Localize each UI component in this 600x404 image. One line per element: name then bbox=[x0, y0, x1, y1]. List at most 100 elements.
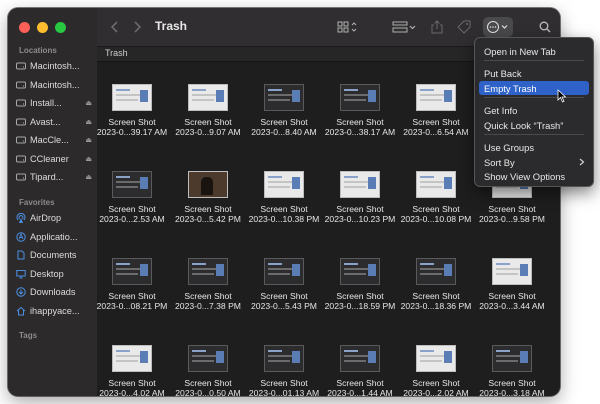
chevron-right-icon bbox=[134, 21, 141, 33]
sidebar-item-locations[interactable]: Tipard... ⏏ bbox=[16, 169, 94, 185]
file-item[interactable]: Screen Shot 2023-0...3.44 AM bbox=[474, 258, 550, 311]
menu-item[interactable]: Put Back bbox=[479, 66, 589, 80]
sidebar-item-locations[interactable]: Macintosh... bbox=[16, 77, 94, 93]
sidebar-item-favorites[interactable]: Documents bbox=[16, 247, 94, 263]
sidebar-item-locations[interactable]: Install... ⏏ bbox=[16, 95, 94, 111]
file-item[interactable]: Screen Shot 2023-0...1.44 AM bbox=[322, 345, 398, 396]
file-item[interactable]: Screen Shot 2023-0...38.17 AM bbox=[322, 84, 398, 137]
file-item[interactable]: Screen Shot 2023-0...2.02 AM bbox=[398, 345, 474, 396]
file-thumbnail bbox=[188, 258, 228, 285]
file-name: Screen Shot bbox=[336, 117, 384, 127]
file-name: Screen Shot bbox=[412, 378, 460, 388]
file-item[interactable]: Screen Shot 2023-0...4.02 AM bbox=[94, 345, 170, 396]
file-name: Screen Shot bbox=[336, 291, 384, 301]
eject-icon[interactable]: ⏏ bbox=[85, 118, 94, 126]
sidebar-item-favorites[interactable]: ihappyace... bbox=[16, 303, 94, 319]
file-item[interactable]: Screen Shot 2023-0...2.53 AM bbox=[94, 171, 170, 224]
file-name-detail: 2023-0...2.53 AM bbox=[99, 214, 165, 224]
file-item[interactable]: Screen Shot 2023-0...10.08 PM bbox=[398, 171, 474, 224]
minimize-button[interactable] bbox=[37, 22, 48, 33]
file-thumbnail bbox=[264, 258, 304, 285]
back-button[interactable] bbox=[107, 18, 123, 36]
file-item[interactable]: Screen Shot 2023-0...39.17 AM bbox=[94, 84, 170, 137]
menu-item[interactable]: Open in New Tab bbox=[479, 44, 589, 58]
close-button[interactable] bbox=[19, 22, 30, 33]
zoom-button[interactable] bbox=[55, 22, 66, 33]
menu-item-label: Get Info bbox=[484, 104, 518, 116]
menu-item-label: Put Back bbox=[484, 67, 522, 79]
file-item[interactable]: Screen Shot 2023-0...5.43 PM bbox=[246, 258, 322, 311]
file-thumbnail bbox=[416, 258, 456, 285]
menu-item[interactable]: Get Info bbox=[479, 103, 589, 117]
file-thumbnail bbox=[340, 258, 380, 285]
file-item[interactable]: Screen Shot 2023-0...8.40 AM bbox=[246, 84, 322, 137]
menu-item[interactable]: Sort By bbox=[479, 155, 589, 169]
file-name-detail: 2023-0...0.50 AM bbox=[175, 388, 241, 396]
sidebar-item-favorites[interactable]: Desktop bbox=[16, 266, 94, 282]
menu-separator bbox=[484, 60, 584, 61]
sidebar-item-label: ihappyace... bbox=[30, 305, 80, 316]
sidebar-item-locations[interactable]: Macintosh... bbox=[16, 58, 94, 74]
sidebar-item-locations[interactable]: Avast... ⏏ bbox=[16, 114, 94, 130]
file-name-detail: 2023-0...9.07 AM bbox=[175, 127, 241, 137]
group-button[interactable] bbox=[392, 18, 418, 36]
sidebar-item-favorites[interactable]: Applicatio... bbox=[16, 229, 94, 245]
share-button[interactable] bbox=[429, 18, 445, 36]
search-button[interactable] bbox=[537, 18, 553, 36]
menu-item[interactable]: Use Groups bbox=[479, 140, 589, 154]
file-name-detail: 2023-0...39.17 AM bbox=[96, 127, 168, 137]
document-icon bbox=[16, 250, 26, 260]
file-item[interactable]: Screen Shot 2023-0...18.59 PM bbox=[322, 258, 398, 311]
file-name: Screen Shot bbox=[488, 204, 536, 214]
airdrop-icon bbox=[16, 213, 26, 223]
eject-icon[interactable]: ⏏ bbox=[85, 99, 94, 107]
sidebar-item-label: MacCle... bbox=[30, 135, 69, 145]
sidebar-item-label: Install... bbox=[30, 98, 62, 108]
menu-item[interactable]: Empty Trash bbox=[479, 81, 589, 95]
file-item[interactable]: Screen Shot 2023-0...3.18 AM bbox=[474, 345, 550, 396]
sidebar-item-label: Avast... bbox=[30, 116, 61, 127]
file-item[interactable]: Screen Shot 2023-0...18.36 PM bbox=[398, 258, 474, 311]
sidebar-item-favorites[interactable]: Downloads bbox=[16, 284, 94, 300]
file-item[interactable]: Screen Shot 2023-0...10.23 PM bbox=[322, 171, 398, 224]
file-thumbnail bbox=[340, 171, 380, 198]
file-thumbnail bbox=[416, 84, 456, 111]
menu-item[interactable]: Show View Options bbox=[479, 169, 589, 183]
file-thumbnail bbox=[112, 171, 152, 198]
file-thumbnail bbox=[340, 345, 380, 372]
sidebar-section-tags: Tags bbox=[19, 331, 38, 340]
file-thumbnail bbox=[340, 84, 380, 111]
file-name: Screen Shot bbox=[184, 117, 232, 127]
file-item[interactable]: Screen Shot 2023-0...01.13 AM bbox=[246, 345, 322, 396]
menu-item-label: Show View Options bbox=[484, 170, 566, 182]
eject-icon[interactable]: ⏏ bbox=[85, 155, 94, 163]
tag-button[interactable] bbox=[455, 18, 473, 36]
file-thumbnail bbox=[416, 171, 456, 198]
eject-icon[interactable]: ⏏ bbox=[85, 173, 94, 181]
file-item[interactable]: Screen Shot 2023-0...6.54 AM bbox=[398, 84, 474, 137]
forward-button[interactable] bbox=[129, 18, 145, 36]
file-name-detail: 2023-0...10.38 PM bbox=[248, 214, 320, 224]
file-name: Screen Shot bbox=[108, 117, 156, 127]
sidebar-item-locations[interactable]: MacCle... ⏏ bbox=[16, 132, 94, 148]
menu-item[interactable]: Quick Look “Trash” bbox=[479, 118, 589, 132]
download-icon bbox=[16, 287, 26, 297]
file-item[interactable]: Screen Shot 2023-0...0.50 AM bbox=[170, 345, 246, 396]
sidebar-item-favorites[interactable]: AirDrop bbox=[16, 210, 94, 226]
view-grid-button[interactable] bbox=[335, 18, 361, 36]
chevron-left-icon bbox=[111, 21, 118, 33]
file-name: Screen Shot bbox=[108, 378, 156, 388]
more-actions-button[interactable] bbox=[483, 17, 513, 37]
file-name: Screen Shot bbox=[412, 204, 460, 214]
file-item[interactable]: Screen Shot 2023-0...7.38 PM bbox=[170, 258, 246, 311]
file-item[interactable]: Screen Shot 2023-0...08.21 PM bbox=[94, 258, 170, 311]
file-name-detail: 2023-0...1.44 AM bbox=[327, 388, 393, 396]
file-name: Screen Shot bbox=[184, 291, 232, 301]
eject-icon[interactable]: ⏏ bbox=[85, 136, 94, 144]
file-item[interactable]: Screen Shot 2023-0...9.07 AM bbox=[170, 84, 246, 137]
file-item[interactable]: Screen Shot 2023-0...10.38 PM bbox=[246, 171, 322, 224]
sidebar-item-label: AirDrop bbox=[30, 213, 62, 223]
sidebar-item-locations[interactable]: CCleaner ⏏ bbox=[16, 151, 94, 167]
file-name: Screen Shot bbox=[336, 378, 384, 388]
file-item[interactable]: Screen Shot 2023-0...5.42 PM bbox=[170, 171, 246, 224]
